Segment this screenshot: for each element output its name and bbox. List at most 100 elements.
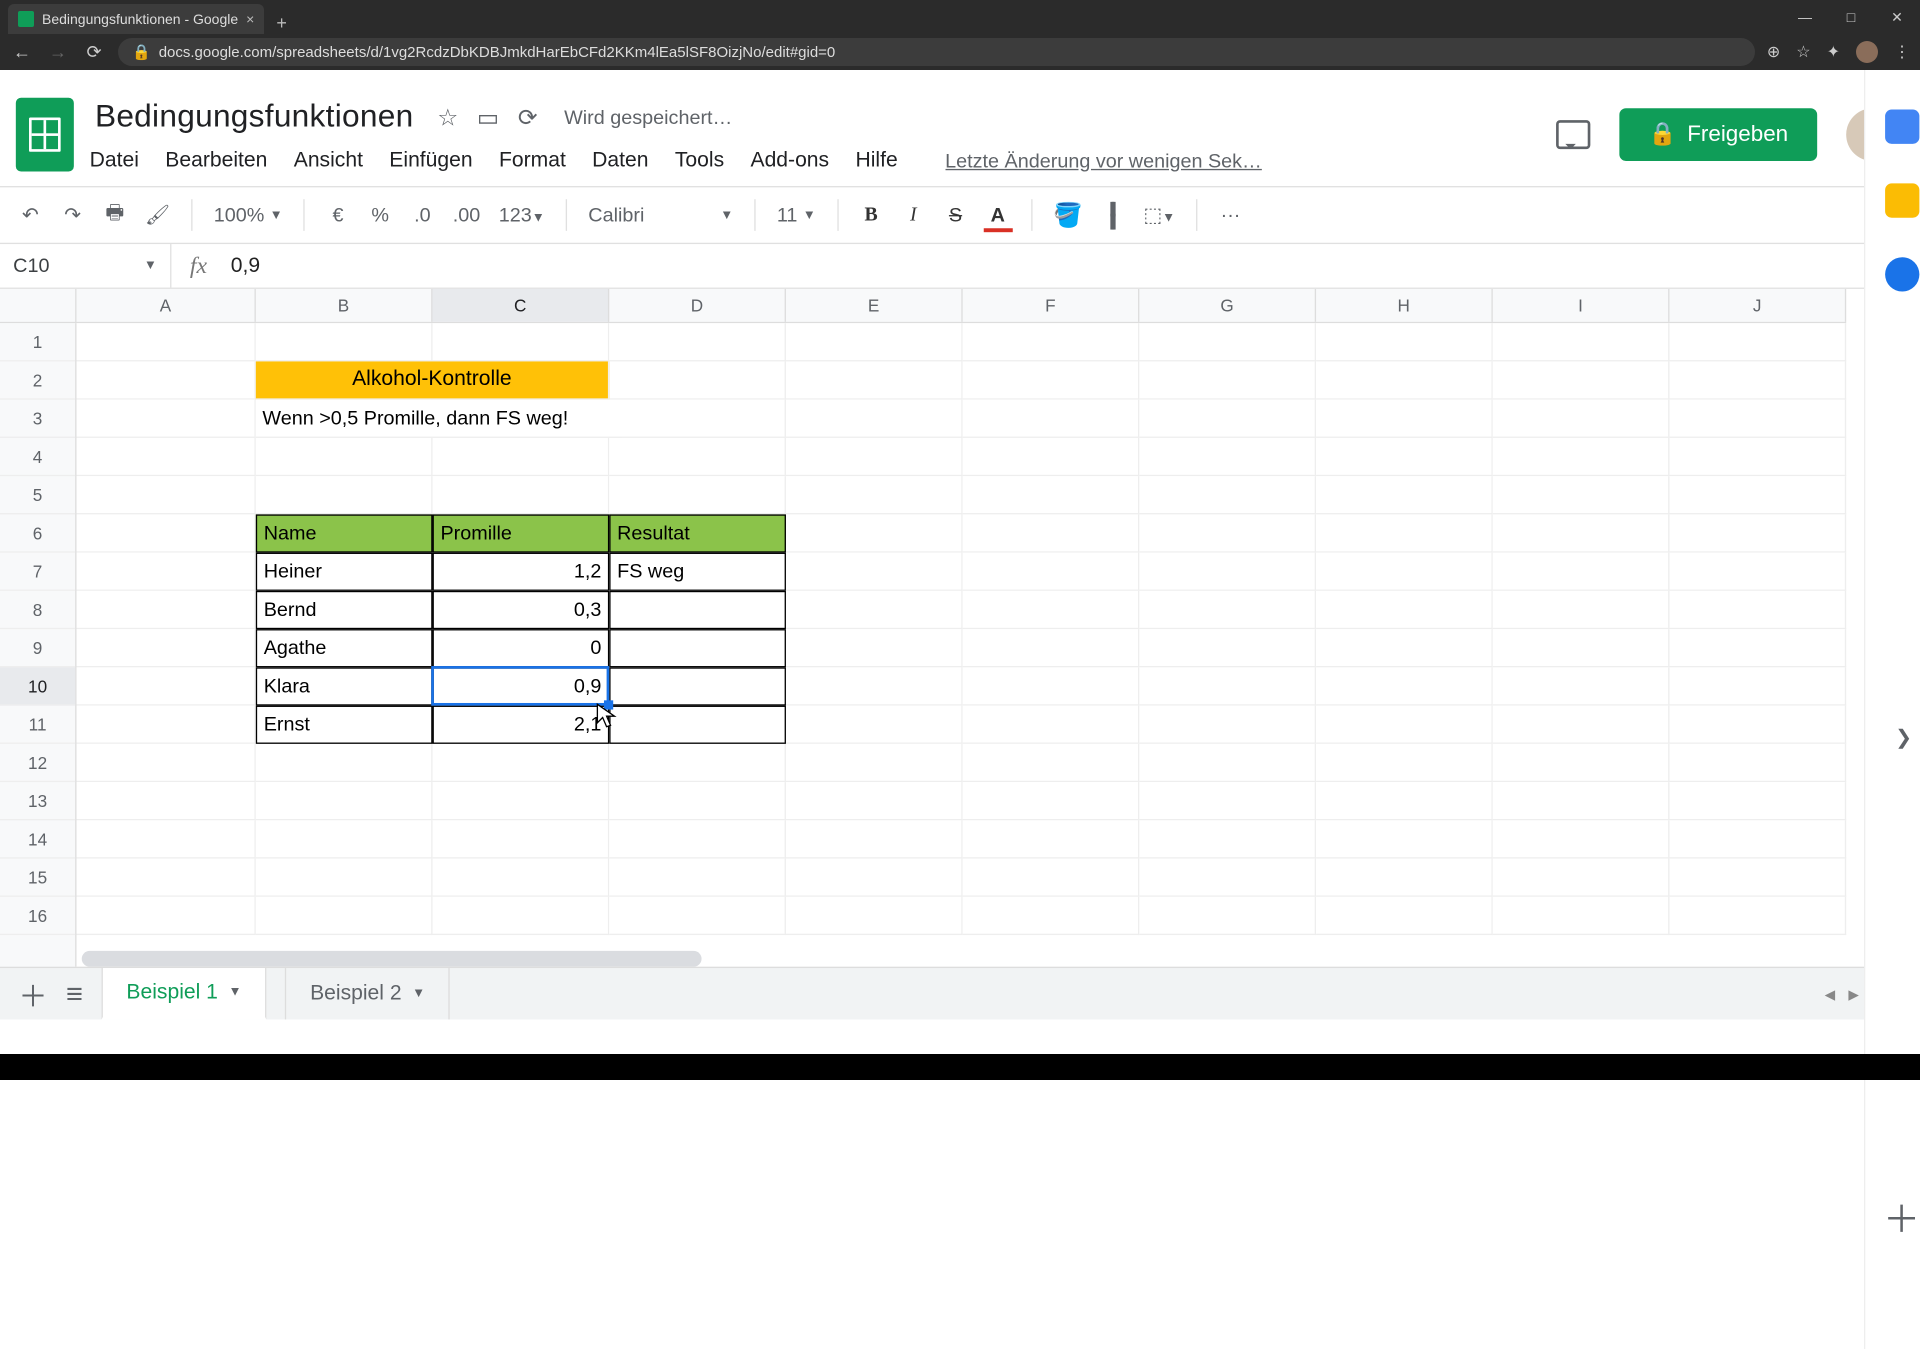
cell-blank[interactable] <box>1669 361 1846 399</box>
calendar-addon-icon[interactable] <box>1884 110 1918 144</box>
cells-area[interactable]: Alkohol-KontrolleWenn >0,5 Promille, dan… <box>76 323 1920 967</box>
cell-blank[interactable] <box>256 820 433 858</box>
cell-blank[interactable] <box>1669 438 1846 476</box>
cell-blank[interactable] <box>1316 514 1493 552</box>
decrease-decimals-button[interactable]: .0 <box>411 204 435 226</box>
row-header-2[interactable]: 2 <box>0 361 75 399</box>
cell-blank[interactable] <box>1316 820 1493 858</box>
header-promille[interactable]: Promille <box>433 514 610 552</box>
cell-blank[interactable] <box>786 744 963 782</box>
cell-blank[interactable] <box>1493 323 1670 361</box>
row-header-13[interactable]: 13 <box>0 782 75 820</box>
cell-blank[interactable] <box>786 897 963 935</box>
cell-blank[interactable] <box>963 897 1140 935</box>
cell-blank[interactable] <box>609 476 786 514</box>
cell-blank[interactable] <box>786 323 963 361</box>
all-sheets-button[interactable]: ≡ <box>66 977 83 1011</box>
increase-decimals-button[interactable]: .00 <box>453 204 481 226</box>
cell-blank[interactable] <box>76 400 255 438</box>
cell-blank[interactable] <box>1493 476 1670 514</box>
cell-blank[interactable] <box>1316 323 1493 361</box>
more-toolbar-button[interactable]: ··· <box>1219 204 1243 226</box>
rule-text-cell[interactable]: Wenn >0,5 Promille, dann FS weg! <box>256 400 623 438</box>
percent-button[interactable]: % <box>368 204 392 226</box>
data-resultat-cell[interactable] <box>609 667 786 705</box>
select-all-corner[interactable] <box>0 289 76 323</box>
cell-blank[interactable] <box>1669 400 1846 438</box>
row-header-3[interactable]: 3 <box>0 400 75 438</box>
menu-ansicht[interactable]: Ansicht <box>294 149 363 173</box>
cell-blank[interactable] <box>1139 782 1316 820</box>
column-header-G[interactable]: G <box>1139 289 1316 322</box>
cell-blank[interactable] <box>609 820 786 858</box>
row-header-1[interactable]: 1 <box>0 323 75 361</box>
cell-blank[interactable] <box>76 706 255 744</box>
data-name-cell[interactable]: Klara <box>256 667 433 705</box>
cell-blank[interactable] <box>1316 897 1493 935</box>
cell-blank[interactable] <box>256 744 433 782</box>
cell-blank[interactable] <box>76 897 255 935</box>
cell-blank[interactable] <box>963 820 1140 858</box>
cell-blank[interactable] <box>1669 897 1846 935</box>
data-promille-cell[interactable]: 0,9 <box>433 667 610 705</box>
cell-blank[interactable] <box>76 859 255 897</box>
last-edit-link[interactable]: Letzte Änderung vor wenigen Sek… <box>945 150 1262 172</box>
cell-blank[interactable] <box>786 438 963 476</box>
cell-blank[interactable] <box>433 859 610 897</box>
data-name-cell[interactable]: Agathe <box>256 629 433 667</box>
cell-blank[interactable] <box>786 591 963 629</box>
cell-blank[interactable] <box>1139 859 1316 897</box>
data-promille-cell[interactable]: 0 <box>433 629 610 667</box>
data-name-cell[interactable]: Bernd <box>256 591 433 629</box>
strike-button[interactable]: S <box>944 204 968 226</box>
sheet-tab-1[interactable]: Beispiel 1 ▼ <box>101 968 266 1019</box>
redo-button[interactable]: ↷ <box>61 203 85 227</box>
data-name-cell[interactable]: Ernst <box>256 706 433 744</box>
cell-blank[interactable] <box>1493 820 1670 858</box>
cell-blank[interactable] <box>1139 476 1316 514</box>
menu-format[interactable]: Format <box>499 149 566 173</box>
column-header-E[interactable]: E <box>786 289 963 322</box>
cell-blank[interactable] <box>1669 706 1846 744</box>
doc-title[interactable]: Bedingungsfunktionen <box>90 96 419 138</box>
row-header-4[interactable]: 4 <box>0 438 75 476</box>
grid[interactable]: ABCDEFGHIJ 12345678910111213141516 Alkoh… <box>0 289 1920 967</box>
cell-blank[interactable] <box>1139 629 1316 667</box>
row-header-8[interactable]: 8 <box>0 591 75 629</box>
cell-blank[interactable] <box>76 553 255 591</box>
data-promille-cell[interactable]: 2,1 <box>433 706 610 744</box>
column-header-D[interactable]: D <box>609 289 786 322</box>
horizontal-scrollbar[interactable] <box>82 951 702 967</box>
cell-blank[interactable] <box>1493 782 1670 820</box>
tasks-addon-icon[interactable] <box>1884 257 1918 291</box>
data-resultat-cell[interactable]: FS weg <box>609 553 786 591</box>
data-resultat-cell[interactable] <box>609 706 786 744</box>
data-promille-cell[interactable]: 1,2 <box>433 553 610 591</box>
column-header-I[interactable]: I <box>1493 289 1670 322</box>
cell-blank[interactable] <box>1139 744 1316 782</box>
formula-input[interactable]: 0,9 <box>225 254 1920 278</box>
undo-button[interactable]: ↶ <box>18 203 42 227</box>
cell-blank[interactable] <box>76 514 255 552</box>
cell-blank[interactable] <box>786 476 963 514</box>
cell-blank[interactable] <box>1316 400 1493 438</box>
cell-blank[interactable] <box>786 859 963 897</box>
text-color-button[interactable]: A <box>986 204 1010 226</box>
row-header-15[interactable]: 15 <box>0 859 75 897</box>
cell-blank[interactable] <box>433 897 610 935</box>
cell-blank[interactable] <box>609 323 786 361</box>
row-header-6[interactable]: 6 <box>0 514 75 552</box>
cell-blank[interactable] <box>1316 476 1493 514</box>
row-header-14[interactable]: 14 <box>0 820 75 858</box>
data-name-cell[interactable]: Heiner <box>256 553 433 591</box>
cell-blank[interactable] <box>433 476 610 514</box>
cell-blank[interactable] <box>433 744 610 782</box>
cell-blank[interactable] <box>256 323 433 361</box>
column-header-J[interactable]: J <box>1669 289 1846 322</box>
column-header-H[interactable]: H <box>1316 289 1493 322</box>
back-button[interactable]: ← <box>10 42 34 63</box>
cell-blank[interactable] <box>1493 744 1670 782</box>
fill-handle[interactable] <box>604 700 613 709</box>
cell-blank[interactable] <box>1669 323 1846 361</box>
cell-blank[interactable] <box>256 476 433 514</box>
